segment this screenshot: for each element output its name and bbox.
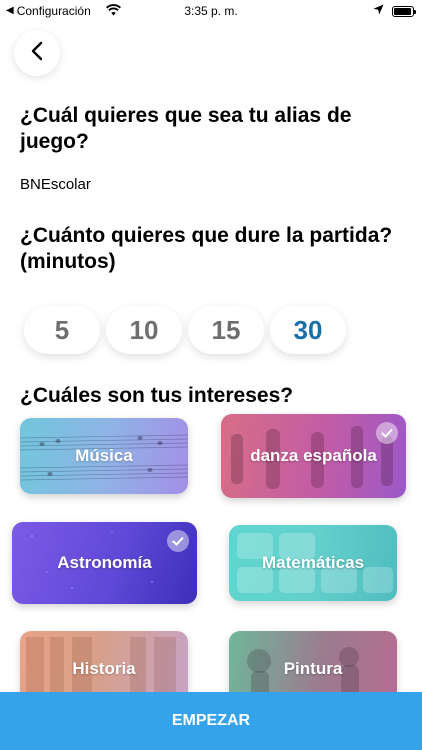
duration-option-5[interactable]: 5 bbox=[24, 306, 100, 354]
interest-card-matematicas[interactable]: Matemáticas bbox=[229, 525, 397, 601]
interest-card-danza[interactable]: danza española bbox=[221, 414, 406, 498]
interest-card-musica[interactable]: Música bbox=[20, 418, 188, 494]
chevron-left-icon bbox=[31, 41, 43, 66]
alias-question: ¿Cuál quieres que sea tu alias de juego? bbox=[20, 104, 352, 153]
start-button[interactable]: EMPEZAR bbox=[0, 692, 422, 750]
interest-label: Pintura bbox=[283, 659, 343, 678]
duration-options: 5 10 15 30 bbox=[24, 306, 346, 354]
interest-label: Música bbox=[75, 446, 133, 465]
status-time: 3:35 p. m. bbox=[184, 4, 238, 18]
status-bar: ◀ Configuración 3:35 p. m. bbox=[0, 0, 422, 22]
back-button[interactable] bbox=[14, 30, 60, 76]
interest-label: Historia bbox=[72, 659, 136, 678]
interest-card-astronomia[interactable]: Astronomía bbox=[12, 522, 197, 604]
interest-label: Astronomía bbox=[57, 553, 152, 572]
check-icon bbox=[167, 530, 189, 552]
battery-icon bbox=[392, 5, 416, 17]
interest-label: danza española bbox=[250, 446, 377, 465]
duration-option-15[interactable]: 15 bbox=[188, 306, 264, 354]
duration-option-30[interactable]: 30 bbox=[270, 306, 346, 354]
check-icon bbox=[376, 422, 398, 444]
battery-level bbox=[394, 7, 412, 15]
interests-question: ¿Cuáles son tus intereses? bbox=[20, 384, 294, 407]
duration-option-10[interactable]: 10 bbox=[106, 306, 182, 354]
duration-question: ¿Cuánto quieres que dure la partida? (mi… bbox=[20, 224, 393, 273]
interest-label: Matemáticas bbox=[261, 553, 365, 572]
location-arrow-icon bbox=[373, 4, 384, 18]
alias-field[interactable]: BNEscolar bbox=[20, 176, 91, 193]
